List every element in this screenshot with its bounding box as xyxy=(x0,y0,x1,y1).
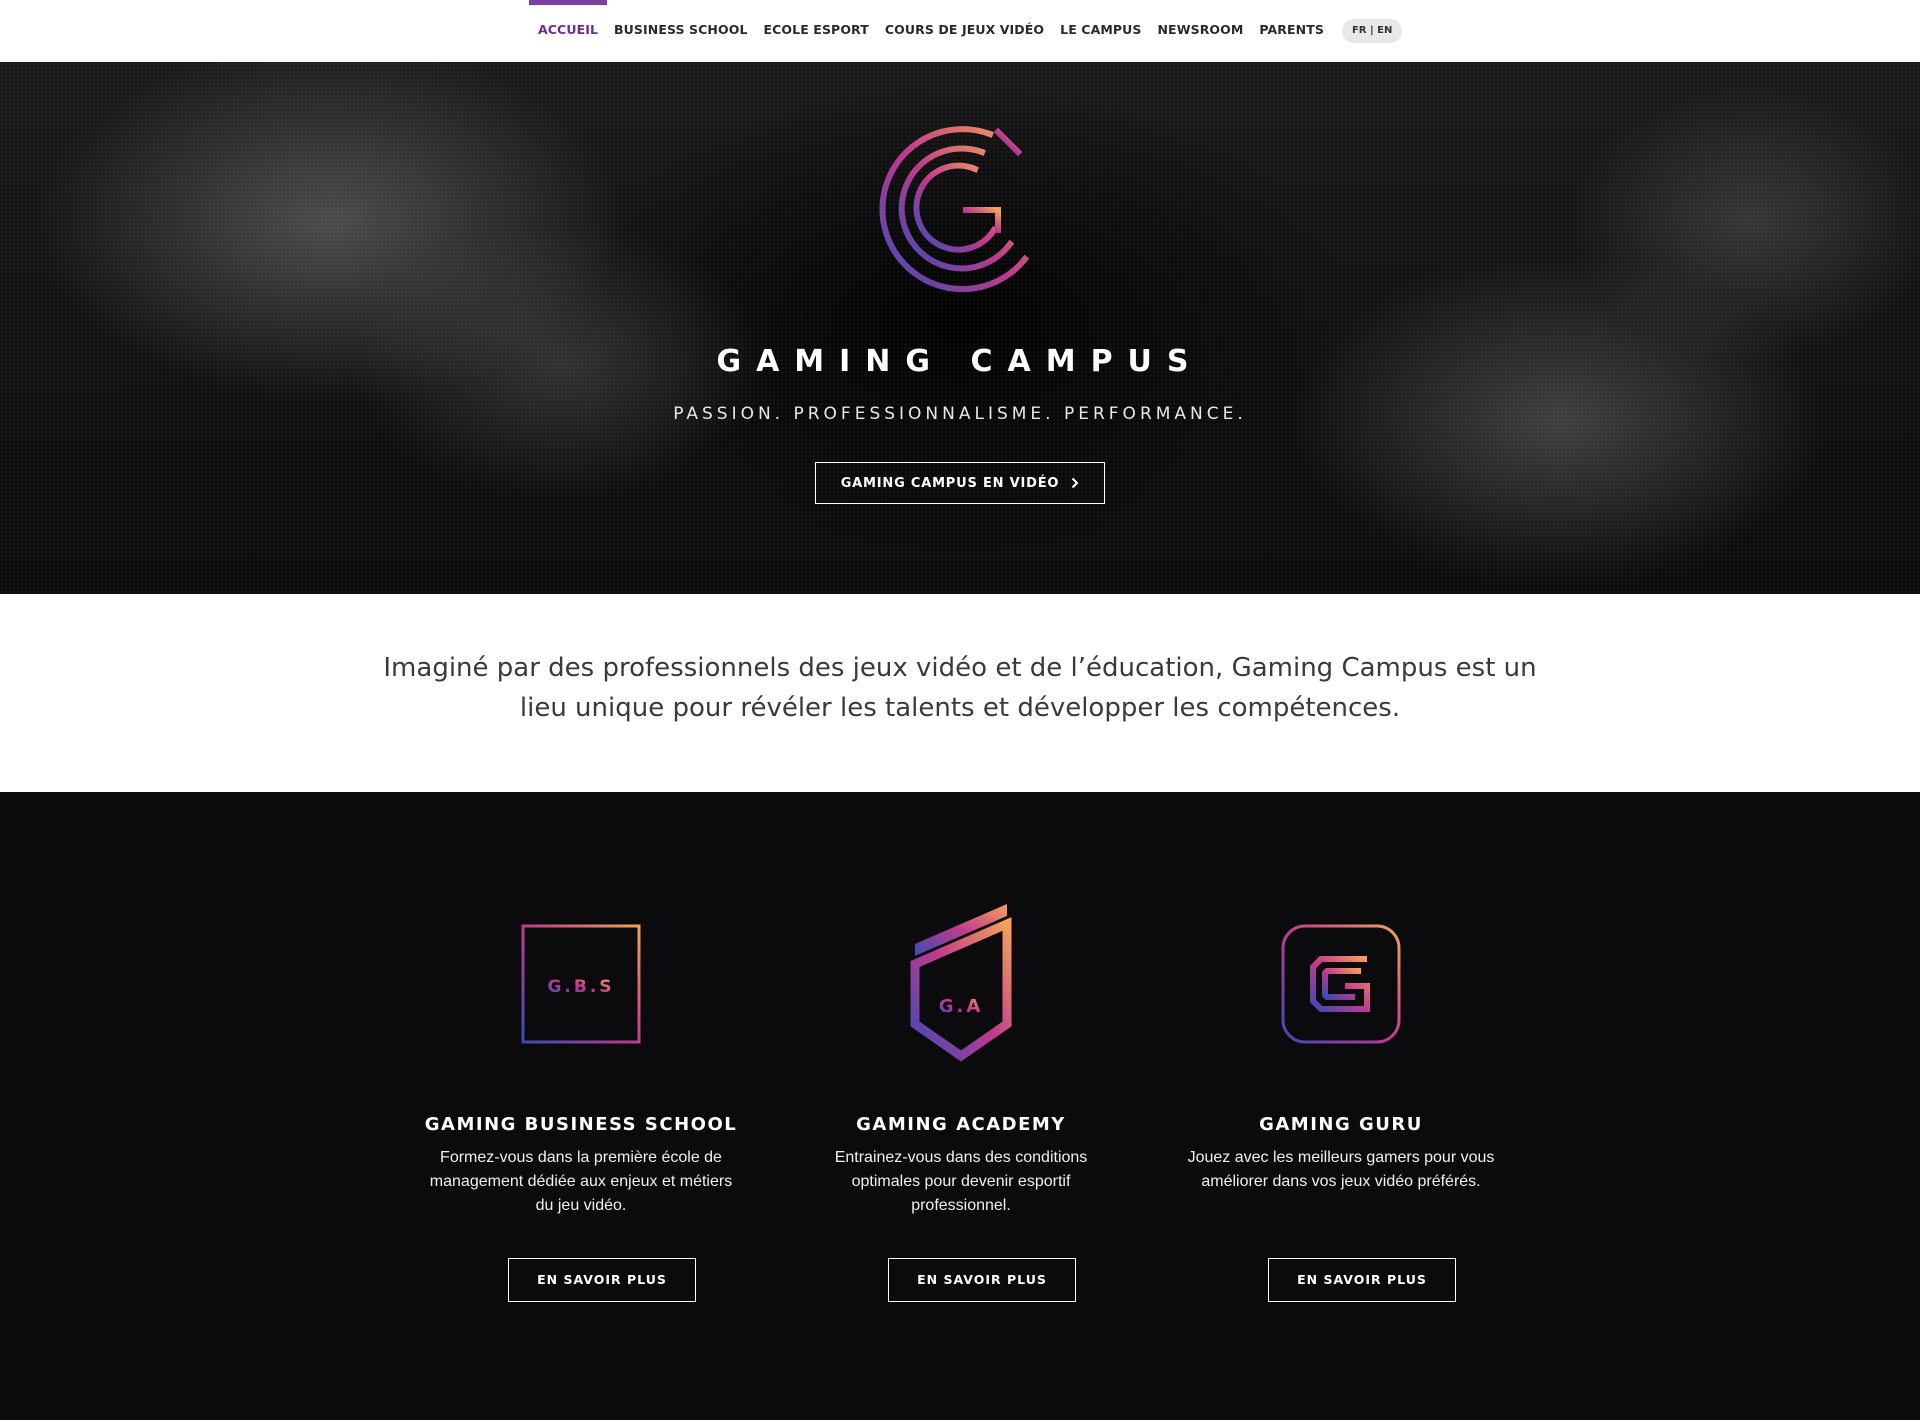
top-navigation: ACCUEIL BUSINESS SCHOOL ECOLE ESPORT COU… xyxy=(0,0,1920,62)
hero-tagline: PASSION. PROFESSIONNALISME. PERFORMANCE. xyxy=(673,404,1247,424)
gaming-campus-video-button[interactable]: GAMING CAMPUS EN VIDÉO xyxy=(815,462,1105,504)
gbs-logo-icon: G.B.S xyxy=(521,924,641,1044)
intro-text: Imaginé par des professionnels des jeux … xyxy=(383,653,1537,723)
gbs-logo-text: G.B.S xyxy=(547,977,614,997)
video-button-label: GAMING CAMPUS EN VIDÉO xyxy=(840,475,1060,491)
program-title: GAMING BUSINESS SCHOOL xyxy=(424,1114,738,1135)
nav-item-business-school[interactable]: BUSINESS SCHOOL xyxy=(606,0,755,62)
program-title: GAMING GURU xyxy=(1259,1114,1423,1135)
nav-item-cours-jeux-video[interactable]: COURS DE JEUX VIDÉO xyxy=(877,0,1052,62)
gaming-campus-logo-icon xyxy=(879,126,1030,293)
program-title: GAMING ACADEMY xyxy=(856,1114,1066,1135)
hero-banner: GAMING CAMPUS PASSION. PROFESSIONNALISME… xyxy=(0,62,1920,594)
chevron-right-icon xyxy=(1072,477,1079,489)
nav-item-ecole-esport[interactable]: ECOLE ESPORT xyxy=(756,0,877,62)
en-savoir-plus-button[interactable]: EN SAVOIR PLUS xyxy=(888,1258,1076,1302)
hero-title: GAMING CAMPUS xyxy=(716,344,1204,379)
nav-item-newsroom[interactable]: NEWSROOM xyxy=(1150,0,1252,62)
language-switcher[interactable]: FR | EN xyxy=(1341,19,1403,43)
nav-menu: ACCUEIL BUSINESS SCHOOL ECOLE ESPORT COU… xyxy=(528,0,1403,62)
intro-section: Imaginé par des professionnels des jeux … xyxy=(0,594,1920,792)
guru-logo-icon xyxy=(1281,924,1401,1044)
nav-item-parents[interactable]: PARENTS xyxy=(1251,0,1332,62)
en-savoir-plus-button[interactable]: EN SAVOIR PLUS xyxy=(508,1258,696,1302)
program-description: Entrainez-vous dans des conditions optim… xyxy=(834,1149,1088,1214)
ga-logo-text: G.A xyxy=(939,996,984,1017)
programs-section: G.B.S GAMING BUSINESS SCHOOL Formez-vous… xyxy=(0,792,1920,1420)
en-savoir-plus-button[interactable]: EN SAVOIR PLUS xyxy=(1268,1258,1456,1302)
ga-logo-icon: G.A xyxy=(910,904,1012,1062)
program-description: Formez-vous dans la première école de ma… xyxy=(429,1149,733,1214)
nav-item-accueil[interactable]: ACCUEIL xyxy=(528,0,608,62)
nav-item-le-campus[interactable]: LE CAMPUS xyxy=(1052,0,1149,62)
program-description: Jouez avec les meilleurs gamers pour vou… xyxy=(1187,1149,1495,1190)
